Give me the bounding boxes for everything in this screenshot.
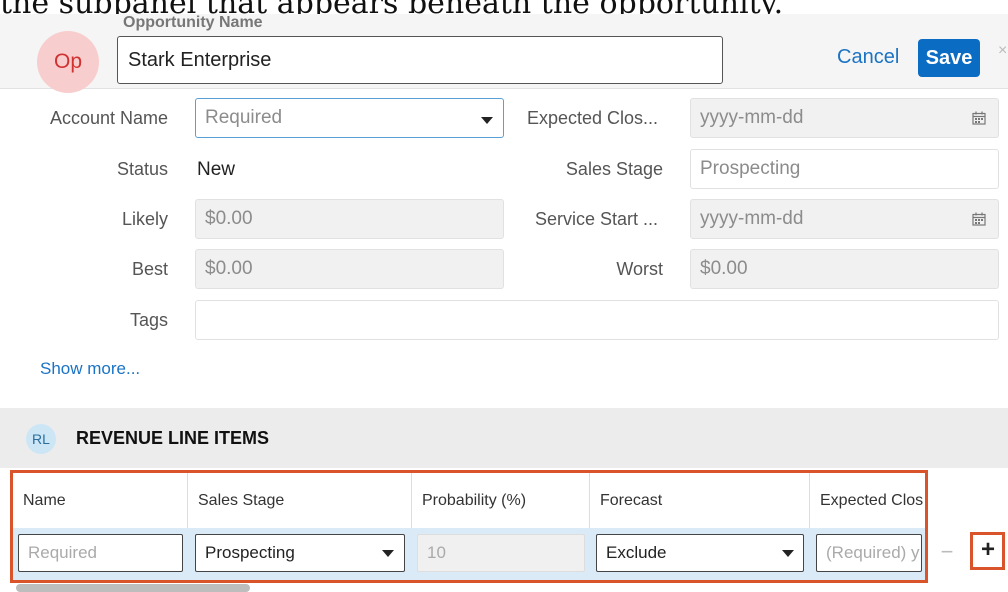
tags-label: Tags bbox=[129, 310, 168, 330]
expected-close-placeholder: yyyy-mm-dd bbox=[700, 107, 804, 128]
likely-value: $0.00 bbox=[205, 208, 253, 229]
sales-stage-field[interactable]: Prospecting bbox=[690, 149, 999, 189]
module-badge: RL bbox=[26, 424, 56, 454]
tags-input[interactable] bbox=[195, 300, 999, 340]
table-highlight-box bbox=[10, 470, 928, 583]
avatar: Op bbox=[37, 31, 99, 93]
likely-label: Likely bbox=[121, 209, 168, 229]
caption-fragment: the subpanel that appears beneath the op… bbox=[0, 0, 1008, 14]
status-value: New bbox=[197, 159, 236, 180]
account-name-select[interactable]: Required bbox=[195, 98, 504, 138]
calendar-icon[interactable] bbox=[972, 111, 986, 125]
record-header: Op Opportunity Name Stark Enterprise Can… bbox=[0, 14, 1008, 93]
opportunity-name-label: Opportunity Name bbox=[123, 14, 263, 31]
account-name-placeholder: Required bbox=[205, 107, 283, 128]
expected-close-input[interactable]: yyyy-mm-dd bbox=[690, 98, 999, 138]
remove-row-button[interactable]: − bbox=[933, 538, 961, 566]
best-label: Best bbox=[131, 259, 168, 279]
add-row-button[interactable]: + bbox=[976, 536, 1000, 564]
sales-stage-label: Sales Stage bbox=[565, 159, 663, 179]
account-name-label: Account Name bbox=[49, 108, 168, 128]
likely-input[interactable]: $0.00 bbox=[195, 199, 504, 239]
service-start-placeholder: yyyy-mm-dd bbox=[700, 208, 804, 229]
sales-stage-value: Prospecting bbox=[700, 158, 801, 179]
show-more-link[interactable]: Show more... bbox=[40, 359, 140, 379]
close-icon[interactable]: × bbox=[998, 42, 1007, 60]
revenue-line-items-header: RL REVENUE LINE ITEMS bbox=[0, 408, 1008, 468]
expected-close-label: Expected Clos... bbox=[526, 108, 658, 128]
horizontal-scrollbar[interactable] bbox=[16, 584, 250, 592]
worst-value: $0.00 bbox=[700, 258, 748, 279]
status-label: Status bbox=[116, 159, 168, 179]
save-button[interactable]: Save bbox=[918, 39, 980, 77]
best-value: $0.00 bbox=[205, 258, 253, 279]
calendar-icon[interactable] bbox=[972, 212, 986, 226]
best-input[interactable]: $0.00 bbox=[195, 249, 504, 289]
worst-label: Worst bbox=[616, 259, 663, 279]
service-start-label: Service Start ... bbox=[534, 209, 658, 229]
subpanel-title: REVENUE LINE ITEMS bbox=[76, 428, 270, 448]
chevron-down-icon bbox=[481, 117, 493, 124]
worst-input[interactable]: $0.00 bbox=[690, 249, 999, 289]
opportunity-name-input[interactable]: Stark Enterprise bbox=[117, 36, 723, 84]
cancel-button[interactable]: Cancel bbox=[837, 37, 899, 77]
service-start-input[interactable]: yyyy-mm-dd bbox=[690, 199, 999, 239]
